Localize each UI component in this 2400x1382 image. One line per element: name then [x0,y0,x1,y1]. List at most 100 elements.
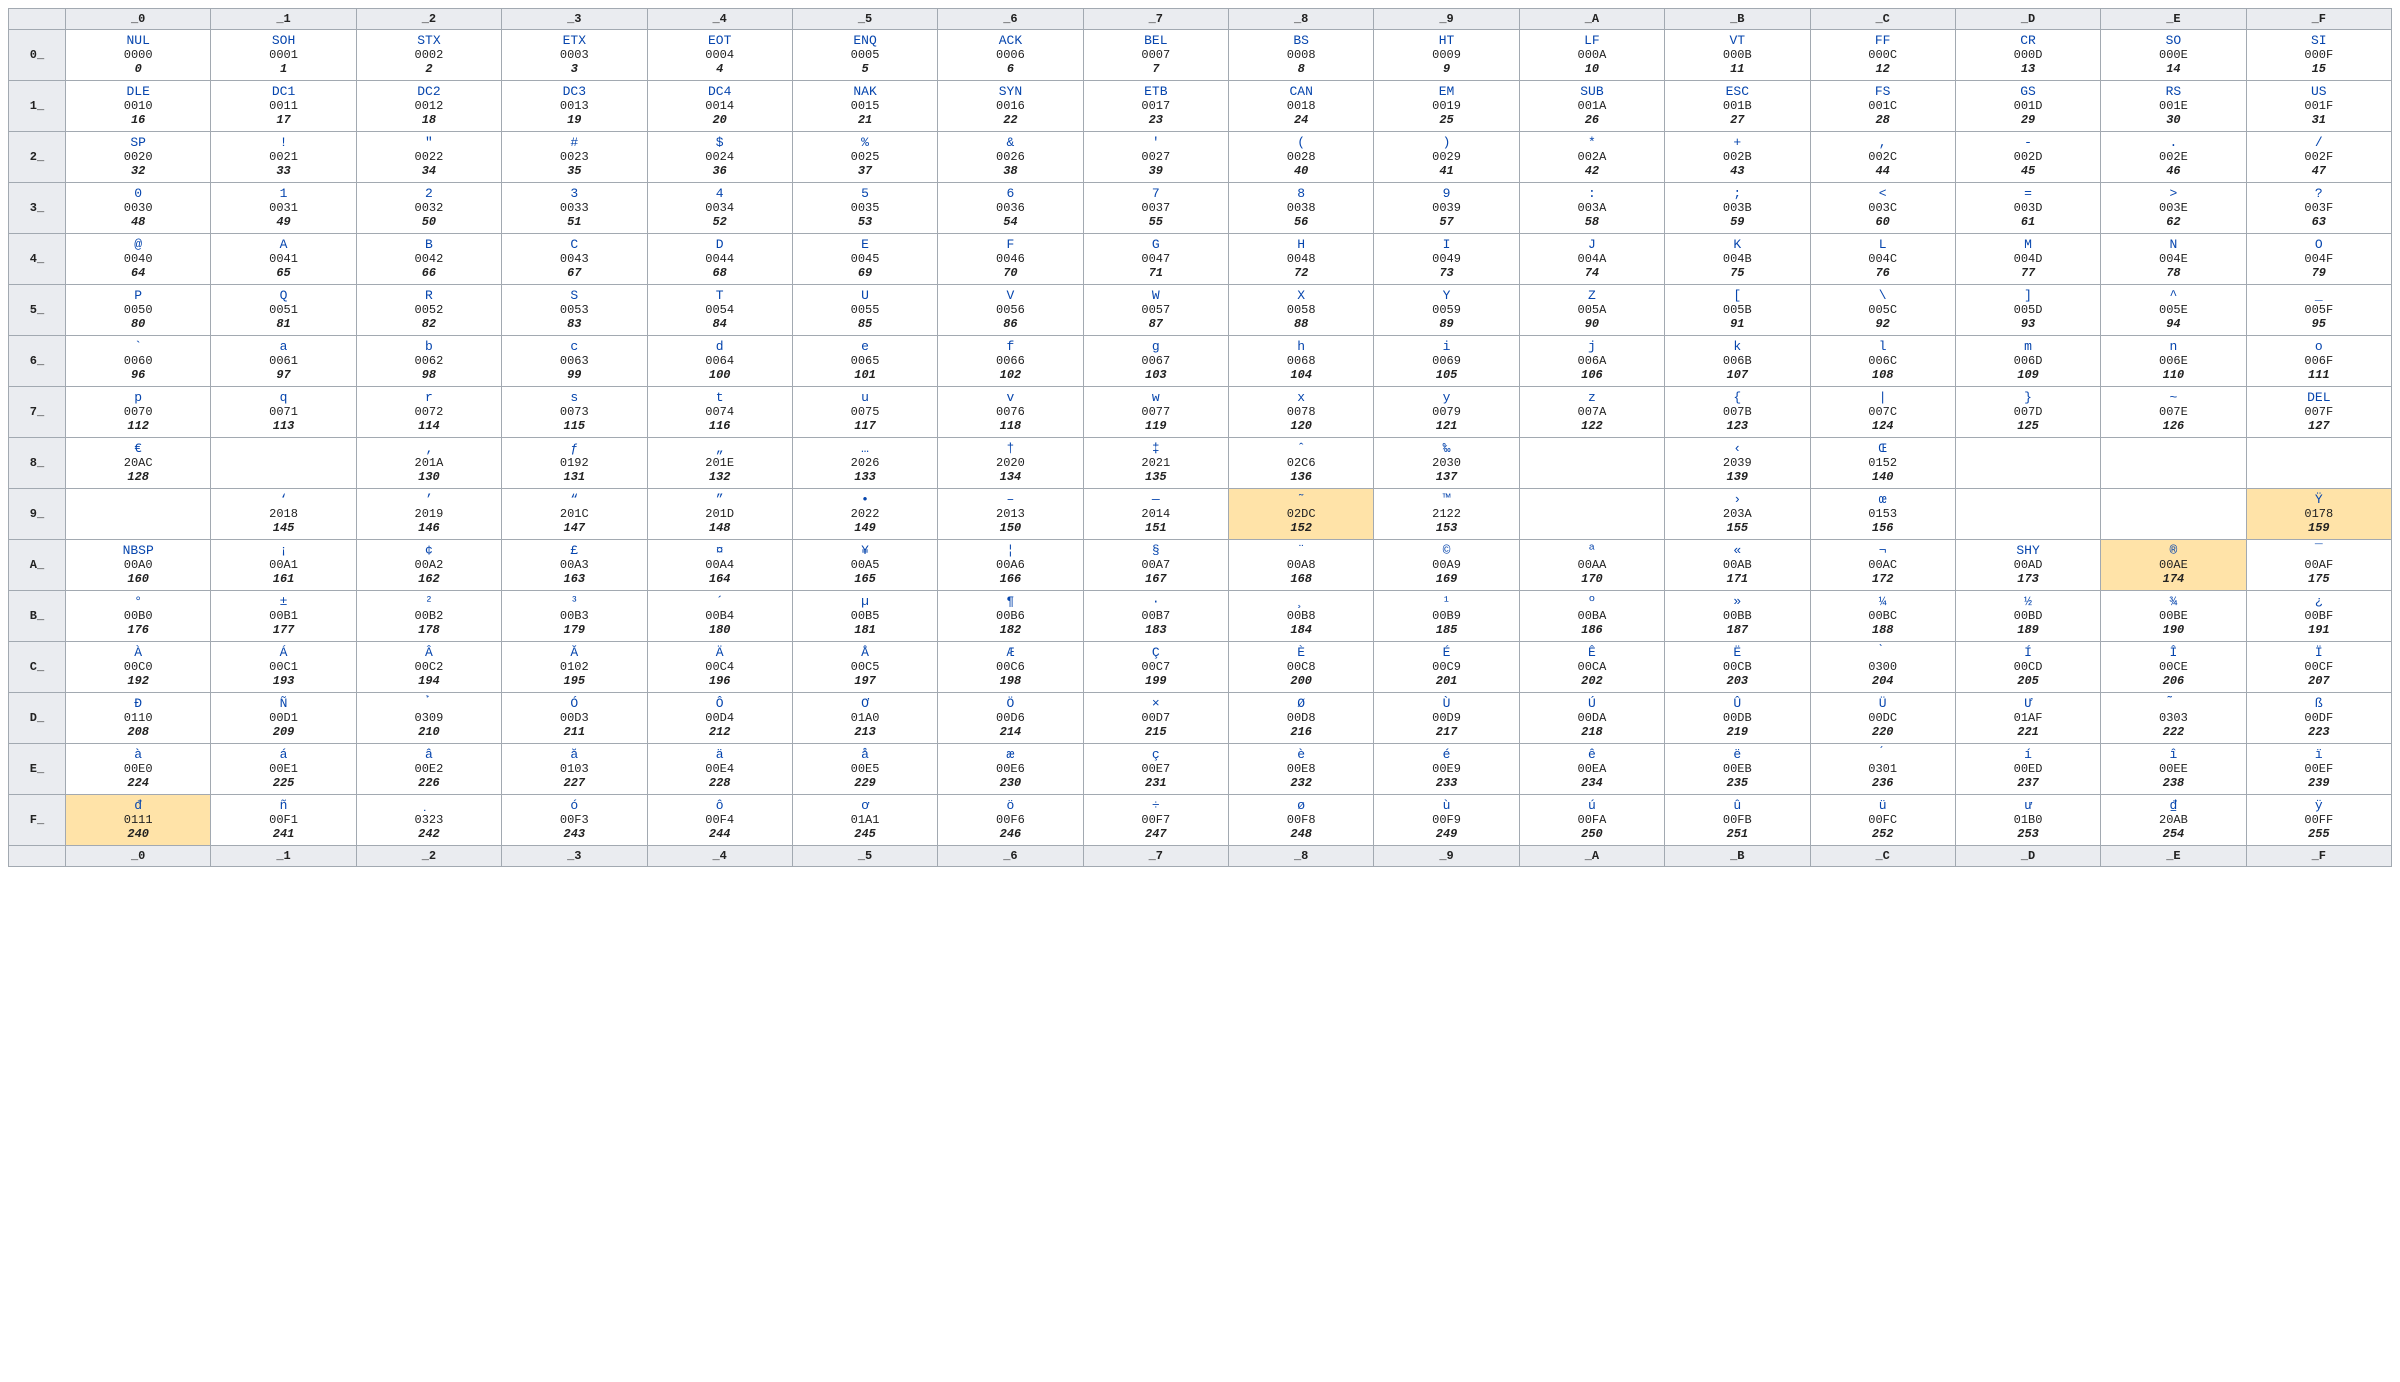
codepoint-cell[interactable]: ³00B3179 [502,591,647,642]
codepoint-cell[interactable]: RS001E30 [2101,81,2246,132]
codepoint-cell[interactable]: –2013150 [938,489,1083,540]
codepoint-cell[interactable]: SP002032 [66,132,211,183]
codepoint-cell[interactable] [1519,438,1664,489]
codepoint-cell[interactable]: ‘2018145 [211,489,356,540]
codepoint-cell[interactable] [2246,438,2391,489]
codepoint-cell[interactable]: â00E2226 [356,744,501,795]
codepoint-cell[interactable]: v0076118 [938,387,1083,438]
codepoint-cell[interactable]: Ú00DA218 [1519,693,1664,744]
codepoint-cell[interactable]: B004266 [356,234,501,285]
codepoint-cell[interactable]: 9003957 [1374,183,1519,234]
codepoint-cell[interactable]: =003D61 [1955,183,2100,234]
codepoint-cell[interactable]: ^005E94 [2101,285,2246,336]
codepoint-cell[interactable]: Ô00D4212 [647,693,792,744]
codepoint-cell[interactable]: P005080 [66,285,211,336]
codepoint-cell[interactable]: V005686 [938,285,1083,336]
codepoint-cell[interactable]: ÷00F7247 [1083,795,1228,846]
codepoint-cell[interactable]: Ñ00D1209 [211,693,356,744]
codepoint-cell[interactable]: HT00099 [1374,30,1519,81]
codepoint-cell[interactable]: NAK001521 [792,81,937,132]
codepoint-cell[interactable]: +002B43 [1665,132,1810,183]
codepoint-cell[interactable]: 4003452 [647,183,792,234]
codepoint-cell[interactable]: G004771 [1083,234,1228,285]
codepoint-cell[interactable]: n006E110 [2101,336,2246,387]
codepoint-cell[interactable]: ë00EB235 [1665,744,1810,795]
codepoint-cell[interactable]: 0003048 [66,183,211,234]
codepoint-cell[interactable]: LF000A10 [1519,30,1664,81]
codepoint-cell[interactable]: •2022149 [792,489,937,540]
codepoint-cell[interactable]: ‹2039139 [1665,438,1810,489]
codepoint-cell[interactable]: `006096 [66,336,211,387]
codepoint-cell[interactable]: M004D77 [1955,234,2100,285]
codepoint-cell[interactable]: ´00B4180 [647,591,792,642]
codepoint-cell[interactable]: ÿ00FF255 [2246,795,2391,846]
codepoint-cell[interactable]: ,002C44 [1810,132,1955,183]
codepoint-cell[interactable]: "002234 [356,132,501,183]
codepoint-cell[interactable]: o006F111 [2246,336,2391,387]
codepoint-cell[interactable]: ¨00A8168 [1229,540,1374,591]
codepoint-cell[interactable]: Y005989 [1374,285,1519,336]
codepoint-cell[interactable]: €20AC128 [66,438,211,489]
codepoint-cell[interactable]: „201E132 [647,438,792,489]
codepoint-cell[interactable]: DC3001319 [502,81,647,132]
codepoint-cell[interactable]: C004367 [502,234,647,285]
codepoint-cell[interactable]: À00C0192 [66,642,211,693]
codepoint-cell[interactable]: J004A74 [1519,234,1664,285]
codepoint-cell[interactable]: DC1001117 [211,81,356,132]
codepoint-cell[interactable]: ü00FC252 [1810,795,1955,846]
codepoint-cell[interactable]: ¡00A1161 [211,540,356,591]
codepoint-cell[interactable]: t0074116 [647,387,792,438]
codepoint-cell[interactable]: BS00088 [1229,30,1374,81]
codepoint-cell[interactable]: Â00C2194 [356,642,501,693]
codepoint-cell[interactable]: $002436 [647,132,792,183]
codepoint-cell[interactable]: ă0103227 [502,744,647,795]
codepoint-cell[interactable] [2101,489,2246,540]
codepoint-cell[interactable]: w0077119 [1083,387,1228,438]
codepoint-cell[interactable]: |007C124 [1810,387,1955,438]
codepoint-cell[interactable]: á00E1225 [211,744,356,795]
codepoint-cell[interactable]: Ë00CB203 [1665,642,1810,693]
codepoint-cell[interactable]: #002335 [502,132,647,183]
codepoint-cell[interactable]: ETX00033 [502,30,647,81]
codepoint-cell[interactable]: ¼00BC188 [1810,591,1955,642]
codepoint-cell[interactable] [1955,438,2100,489]
codepoint-cell[interactable]: CR000D13 [1955,30,2100,81]
codepoint-cell[interactable]: !002133 [211,132,356,183]
codepoint-cell[interactable]: 5003553 [792,183,937,234]
codepoint-cell[interactable]: …2026133 [792,438,937,489]
codepoint-cell[interactable]: D004468 [647,234,792,285]
codepoint-cell[interactable]: ‰2030137 [1374,438,1519,489]
codepoint-cell[interactable]: Ä00C4196 [647,642,792,693]
codepoint-cell[interactable]: ñ00F1241 [211,795,356,846]
codepoint-cell[interactable]: q0071113 [211,387,356,438]
codepoint-cell[interactable]: m006D109 [1955,336,2100,387]
codepoint-cell[interactable]: ×00D7215 [1083,693,1228,744]
codepoint-cell[interactable]: µ00B5181 [792,591,937,642]
codepoint-cell[interactable] [2101,438,2246,489]
codepoint-cell[interactable]: ₫20AB254 [2101,795,2246,846]
codepoint-cell[interactable]: ACK00066 [938,30,1083,81]
codepoint-cell[interactable]: §00A7167 [1083,540,1228,591]
codepoint-cell[interactable]: &002638 [938,132,1083,183]
codepoint-cell[interactable]: 3003351 [502,183,647,234]
codepoint-cell[interactable]: ESC001B27 [1665,81,1810,132]
codepoint-cell[interactable]: Å00C5197 [792,642,937,693]
codepoint-cell[interactable]: É00C9201 [1374,642,1519,693]
codepoint-cell[interactable]: W005787 [1083,285,1228,336]
codepoint-cell[interactable]: º00BA186 [1519,591,1664,642]
codepoint-cell[interactable]: ½00BD189 [1955,591,2100,642]
codepoint-cell[interactable]: F004670 [938,234,1083,285]
codepoint-cell[interactable]: æ00E6230 [938,744,1083,795]
codepoint-cell[interactable]: ç00E7231 [1083,744,1228,795]
codepoint-cell[interactable]: Œ0152140 [1810,438,1955,489]
codepoint-cell[interactable]: ́0301236 [1810,744,1955,795]
codepoint-cell[interactable]: ̉0309210 [356,693,501,744]
codepoint-cell[interactable]: R005282 [356,285,501,336]
codepoint-cell[interactable]: K004B75 [1665,234,1810,285]
codepoint-cell[interactable]: ¢00A2162 [356,540,501,591]
codepoint-cell[interactable]: I004973 [1374,234,1519,285]
codepoint-cell[interactable]: 1003149 [211,183,356,234]
codepoint-cell[interactable]: ¿00BF191 [2246,591,2391,642]
codepoint-cell[interactable]: Q005181 [211,285,356,336]
codepoint-cell[interactable]: ’2019146 [356,489,501,540]
